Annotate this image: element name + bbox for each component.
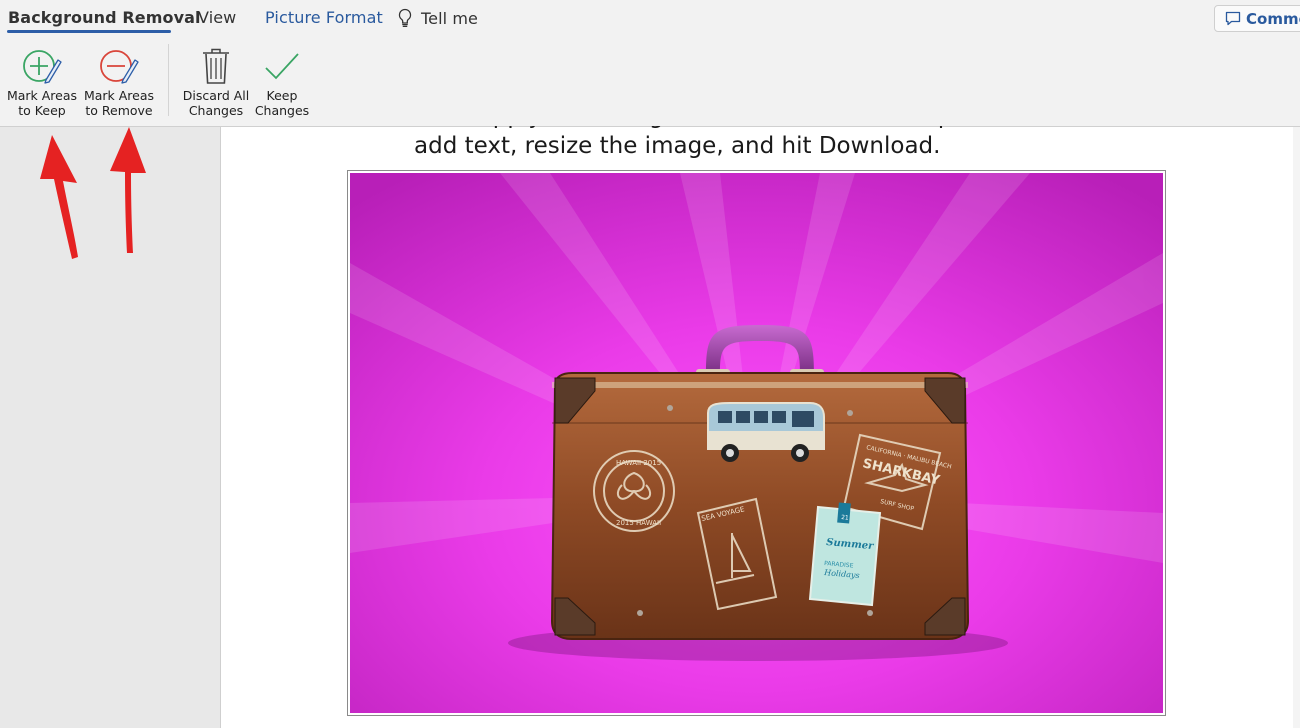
red-arrow-keep [40,135,78,259]
checkmark-icon [265,53,299,80]
red-arrow-remove [110,127,146,253]
mark-areas-to-remove-button[interactable]: Mark Areas to Remove [83,44,155,118]
tell-me-search[interactable]: Tell me [397,8,478,28]
trash-icon [203,48,229,84]
mark-remove-label-1: Mark Areas [83,88,155,103]
suitcase-image[interactable]: HAWAII 2015 2015 HAWAII SEA VOYAGE CALIF… [347,170,1166,716]
ribbon-toolbar: Mark Areas to Keep Mark Areas to Remove … [0,36,1300,127]
suitcase-photo: HAWAII 2015 2015 HAWAII SEA VOYAGE CALIF… [350,173,1163,713]
svg-text:21: 21 [841,514,849,522]
lightbulb-icon [398,8,412,28]
mark-areas-to-keep-button[interactable]: Mark Areas to Keep [6,44,78,118]
left-pane [0,127,221,728]
discard-label-2: Changes [188,103,244,118]
mark-remove-label-2: to Remove [85,103,153,118]
mark-keep-icon [23,50,62,84]
mark-remove-icon [100,50,139,84]
mark-keep-label-2: to Keep [18,103,66,118]
keep-label-1: Keep [266,88,298,103]
annotation-arrows [40,127,146,259]
vertical-scrollbar[interactable] [1293,127,1300,728]
comments-label: Comme [1246,9,1300,28]
tab-view[interactable]: View [198,8,236,27]
comment-icon [1225,11,1241,26]
keep-label-2: Changes [254,103,310,118]
ribbon-separator [168,44,169,116]
mark-keep-label-1: Mark Areas [6,88,78,103]
svg-text:2015 HAWAII: 2015 HAWAII [616,519,661,527]
keep-changes-button[interactable]: Keep Changes [252,44,312,118]
tab-background-removal[interactable]: Background Removal [8,8,201,27]
comments-button[interactable]: Comme [1214,5,1300,32]
tab-picture-format[interactable]: Picture Format [265,8,383,27]
discard-label-1: Discard All [182,88,250,103]
discard-all-changes-button[interactable]: Discard All Changes [180,44,252,118]
svg-text:HAWAII 2015: HAWAII 2015 [616,459,661,467]
active-tab-indicator [7,30,171,33]
tell-me-label: Tell me [421,8,479,28]
ribbon-tab-bar: Background Removal View Picture Format T… [0,0,1300,36]
document-text-line: add text, resize the image, and hit Down… [414,133,941,159]
